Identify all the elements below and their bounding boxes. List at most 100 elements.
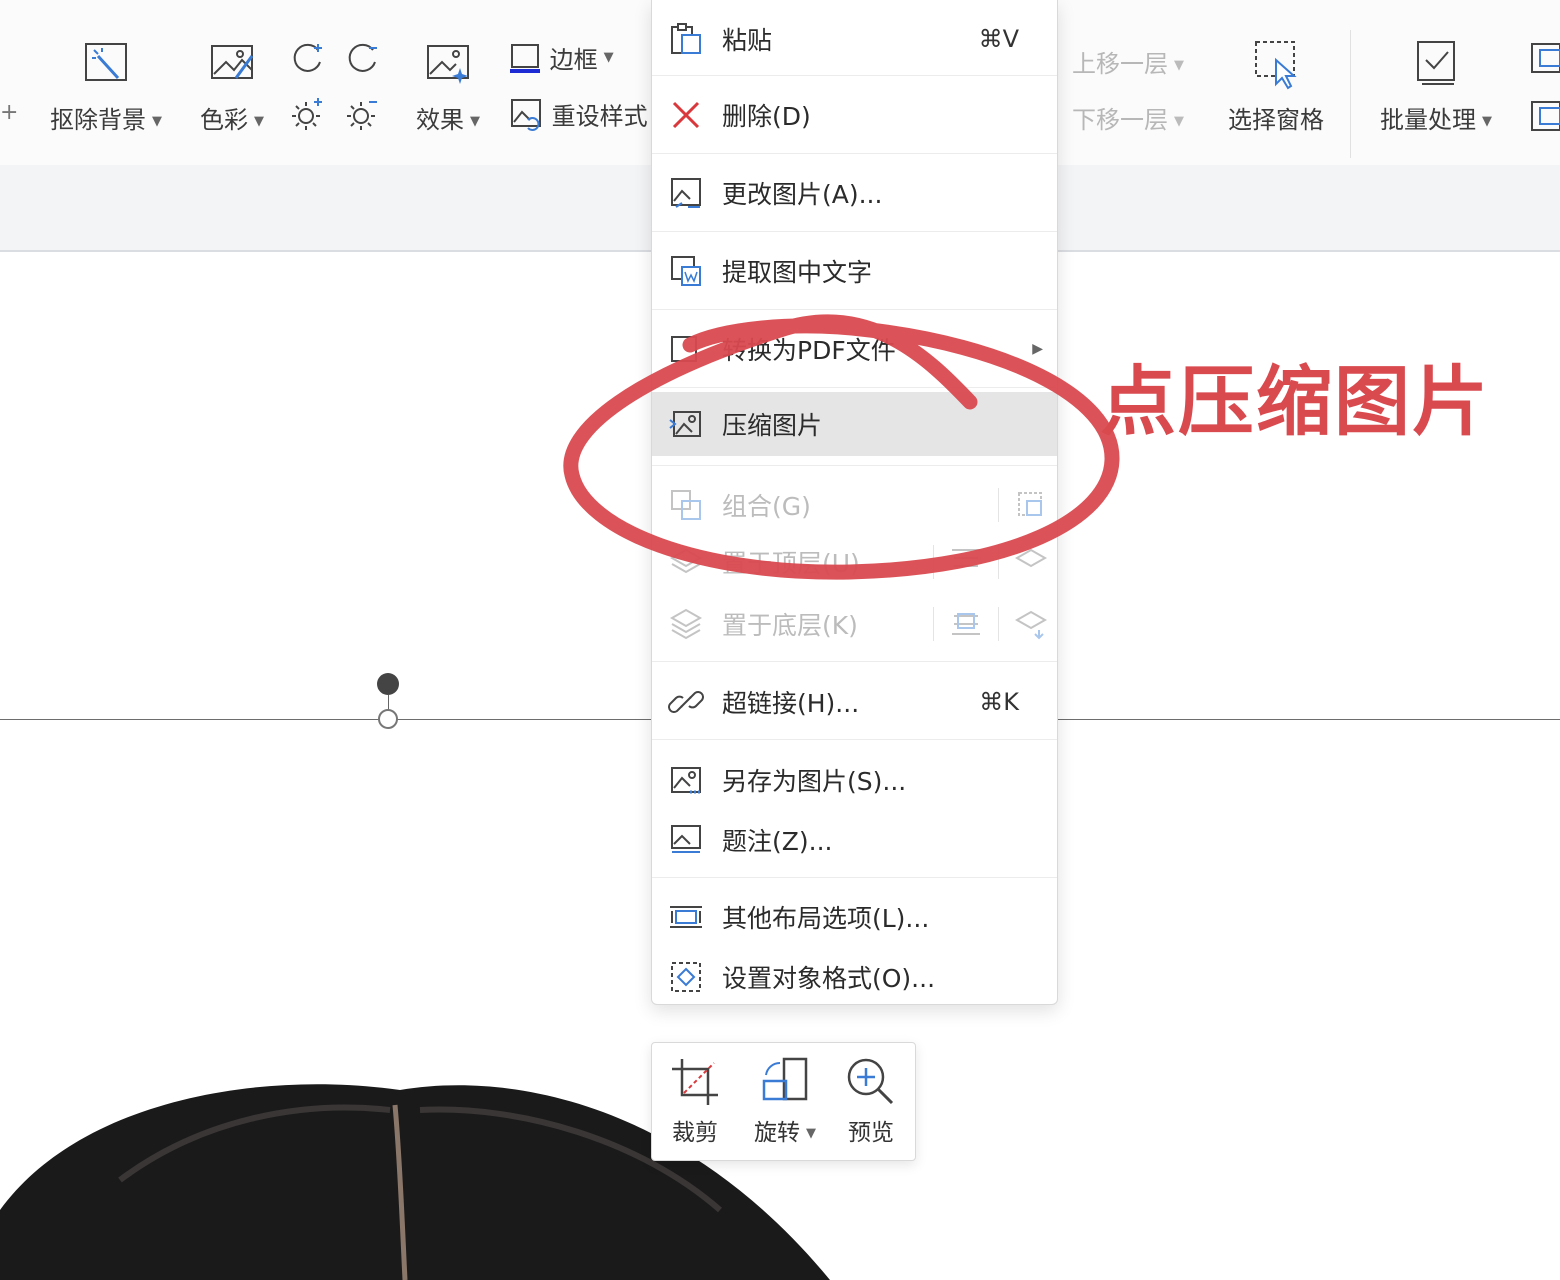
clipboard-icon	[668, 21, 704, 57]
preview-button[interactable]: 预览	[832, 1043, 910, 1160]
magic-wand-image-icon	[85, 43, 127, 81]
menu-item-divider	[998, 545, 999, 579]
menu-item-label: 置于顶层(U)	[722, 549, 860, 578]
extract-text-icon	[668, 253, 704, 289]
image-to-pdf-button[interactable]	[1530, 98, 1560, 134]
menu-item-group[interactable]: 组合(G)	[652, 470, 1057, 540]
menu-separator	[652, 661, 1057, 662]
image-to-word-button[interactable]	[1530, 40, 1560, 76]
move-down-label: 下移一层	[1072, 106, 1168, 134]
menu-item-divider	[933, 545, 934, 579]
menu-item-change-picture[interactable]: 更改图片(A)...	[652, 158, 1057, 228]
reset-style-button[interactable]: 重设样式	[508, 96, 648, 132]
menu-item-label: 删除(D)	[722, 102, 811, 131]
chevron-down-icon: ▼	[1174, 57, 1184, 73]
rotate-button[interactable]: 旋转 ▼	[740, 1043, 830, 1160]
effect-button[interactable]: 效果 ▼	[412, 38, 484, 135]
sun-plus-icon	[292, 98, 322, 130]
annotation-text: 点压缩图片	[1100, 357, 1490, 446]
menu-item-label: 更改图片(A)...	[722, 180, 883, 209]
batch-process-label: 批量处理	[1380, 106, 1476, 134]
move-up-button[interactable]: 上移一层 ▼	[1062, 44, 1184, 79]
effect-label: 效果	[416, 106, 464, 134]
pdf-doc-icon	[1531, 101, 1560, 131]
menu-item-divider	[933, 607, 934, 641]
brightness-decrease-button[interactable]	[345, 96, 381, 132]
layout-options-icon	[668, 899, 704, 935]
menu-item-tail-icons	[919, 606, 1049, 642]
word-doc-icon	[1531, 43, 1560, 73]
chevron-down-icon: ▼	[152, 113, 162, 129]
delete-x-icon	[668, 97, 704, 133]
rotation-handle[interactable]	[377, 673, 399, 695]
batch-process-button[interactable]: 批量处理 ▼	[1374, 38, 1498, 135]
color-button[interactable]: 色彩 ▼	[196, 38, 268, 135]
layers-back-icon	[668, 606, 704, 642]
compress-image-icon	[668, 406, 704, 442]
menu-item-label: 转换为PDF文件	[722, 336, 896, 365]
group-tail-icon	[1018, 492, 1042, 516]
menu-item-paste[interactable]: 粘贴 ⌘V	[652, 4, 1057, 74]
menu-item-label: 置于底层(K)	[722, 611, 858, 640]
submenu-arrow-icon: ▶	[1032, 341, 1043, 357]
sun-minus-icon	[347, 101, 377, 130]
save-image-icon	[668, 762, 704, 798]
menu-separator	[652, 465, 1057, 466]
crop-icon	[672, 1059, 718, 1105]
contrast-increase-button[interactable]	[290, 40, 326, 76]
menu-item-label: 另存为图片(S)...	[722, 767, 907, 796]
color-label: 色彩	[200, 106, 248, 134]
menu-separator	[652, 877, 1057, 878]
menu-item-label: 超链接(H)...	[722, 689, 860, 718]
border-button[interactable]: 边框 ▼	[508, 40, 614, 75]
image-brush-icon	[211, 45, 254, 79]
menu-item-label: 设置对象格式(O)...	[722, 964, 936, 993]
rotate-label: 旋转	[754, 1120, 800, 1146]
move-up-label: 上移一层	[1072, 50, 1168, 78]
image-sparkle-icon	[427, 45, 469, 84]
menu-separator	[652, 309, 1057, 310]
menu-item-compress-picture[interactable]: 压缩图片	[652, 392, 1057, 456]
batch-check-icon	[1417, 41, 1455, 85]
menu-item-label: 组合(G)	[722, 492, 811, 521]
border-frame-icon	[510, 43, 540, 73]
menu-item-label: 题注(Z)...	[722, 827, 833, 856]
menu-item-delete[interactable]: 删除(D)	[652, 80, 1057, 150]
menu-item-label: 粘贴	[722, 26, 773, 55]
menu-item-convert[interactable]: 转换为PDF文件 ▶	[652, 314, 1057, 384]
chevron-down-icon: ▼	[806, 1126, 816, 1141]
menu-item-shortcut: ⌘V	[978, 25, 1019, 53]
menu-item-label: 提取图中文字	[722, 258, 873, 287]
menu-separator	[652, 739, 1057, 740]
selection-pane-button[interactable]: 选择窗格	[1226, 38, 1326, 135]
chevron-down-icon: ▼	[470, 113, 480, 129]
menu-item-hyperlink[interactable]: 超链接(H)... ⌘K	[652, 667, 1057, 737]
menu-item-format-object[interactable]: 设置对象格式(O)...	[652, 942, 1057, 1012]
remove-background-label: 抠除背景	[50, 106, 146, 134]
context-menu: 粘贴 ⌘V 删除(D) 更改图片(A)... 提取图中文字 转换为PDF文件 ▶	[651, 0, 1058, 1005]
contrast-decrease-button[interactable]	[345, 40, 381, 76]
crop-button[interactable]: 裁剪	[656, 1043, 734, 1160]
menu-item-divider	[998, 607, 999, 641]
menu-item-bring-to-front[interactable]: 置于顶层(U)	[652, 532, 1057, 592]
align-bottom-icon	[952, 613, 980, 635]
selection-cursor-icon	[1255, 41, 1297, 90]
menu-item-divider	[998, 488, 999, 522]
layers-up-icon	[1014, 548, 1048, 568]
menu-item-caption[interactable]: 题注(Z)...	[652, 805, 1057, 875]
remove-background-button[interactable]: 抠除背景 ▼	[44, 38, 168, 135]
caption-image-icon	[668, 822, 704, 858]
rotate-icon	[762, 1057, 808, 1101]
resize-handle-top[interactable]	[378, 709, 398, 729]
layers-front-icon	[668, 544, 704, 580]
menu-item-extract-text[interactable]: 提取图中文字	[652, 236, 1057, 306]
move-down-button[interactable]: 下移一层 ▼	[1062, 100, 1184, 135]
ribbon-divider	[1350, 30, 1351, 158]
selection-pane-label: 选择窗格	[1228, 106, 1324, 134]
zoom-in-icon	[847, 1058, 894, 1105]
menu-item-shortcut: ⌘K	[979, 688, 1019, 716]
brightness-increase-button[interactable]	[290, 96, 326, 132]
reset-image-icon	[511, 99, 541, 131]
menu-item-send-to-back[interactable]: 置于底层(K)	[652, 592, 1057, 656]
contrast-plus-icon	[293, 43, 322, 72]
